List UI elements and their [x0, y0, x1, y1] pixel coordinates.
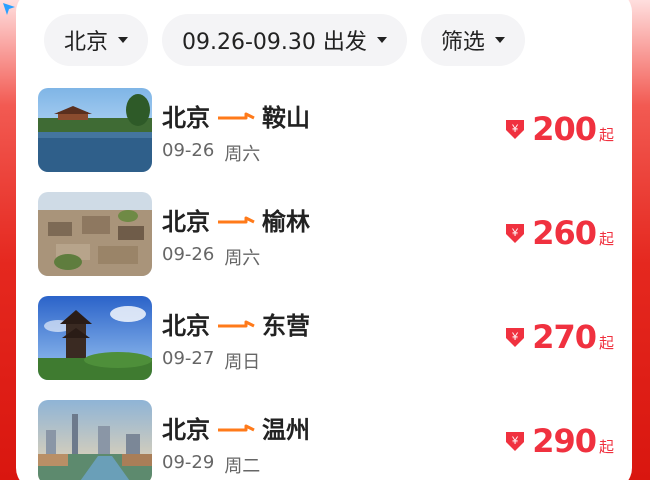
destination-photo-wenzhou — [38, 400, 152, 480]
route-title: 北京 东营 — [162, 306, 310, 341]
price-amount: 260 — [532, 214, 597, 252]
currency-symbol: ¥ — [511, 123, 519, 135]
caret-down-icon — [494, 37, 505, 43]
route-origin: 北京 — [162, 208, 210, 236]
route-arrow-icon — [218, 216, 255, 223]
more-filter-chip[interactable]: 筛选 — [420, 14, 525, 66]
price-tag-icon: ¥ — [506, 120, 525, 139]
route-title: 北京 鞍山 — [162, 98, 310, 133]
route-origin: 北京 — [162, 312, 210, 340]
destination-photo-dongying — [38, 296, 152, 380]
currency-symbol: ¥ — [511, 227, 519, 239]
departure-date: 09-26 周六 — [162, 140, 260, 166]
route-row-anshan[interactable]: 北京 鞍山 09-26 周六 ¥ 200 起 — [38, 88, 622, 192]
price-block: ¥ 290 起 — [504, 422, 614, 460]
filter-bar: 北京 09.26-09.30 出发 筛选 — [44, 14, 525, 66]
route-arrow-icon — [218, 424, 255, 431]
date-value: 09-26 — [162, 140, 215, 161]
price-suffix: 起 — [598, 437, 614, 456]
price-amount: 270 — [532, 318, 597, 356]
route-row-dongying[interactable]: 北京 东营 09-27 周日 ¥ 270 起 — [38, 296, 622, 400]
route-row-yulin[interactable]: 北京 榆林 09-26 周六 ¥ 260 起 — [38, 192, 622, 296]
caret-down-icon — [376, 37, 387, 43]
weekday-value: 周二 — [224, 456, 261, 477]
route-list: 北京 鞍山 09-26 周六 ¥ 200 起 北京 榆林 09-26 周六 ¥ … — [38, 88, 622, 480]
date-value: 09-26 — [162, 244, 215, 265]
departure-date: 09-27 周日 — [162, 348, 260, 374]
route-destination: 东营 — [262, 312, 310, 340]
price-suffix: 起 — [598, 333, 614, 352]
route-destination: 温州 — [262, 416, 310, 444]
weekday-value: 周六 — [224, 248, 261, 269]
price-block: ¥ 200 起 — [504, 110, 614, 148]
weekday-value: 周六 — [224, 144, 261, 165]
more-filter-label: 筛选 — [440, 30, 485, 55]
destination-photo-anshan — [38, 88, 152, 172]
price-block: ¥ 260 起 — [504, 214, 614, 252]
date-filter-chip[interactable]: 09.26-09.30 出发 — [162, 14, 407, 66]
route-arrow-icon — [218, 112, 255, 119]
currency-symbol: ¥ — [511, 331, 519, 343]
route-title: 北京 榆林 — [162, 202, 310, 237]
route-row-wenzhou[interactable]: 北京 温州 09-29 周二 ¥ 290 起 — [38, 400, 622, 480]
price-amount: 200 — [532, 110, 597, 148]
navigation-arrow-icon — [3, 3, 15, 15]
city-filter-chip[interactable]: 北京 — [44, 14, 149, 66]
route-arrow-icon — [218, 320, 255, 327]
route-origin: 北京 — [162, 104, 210, 132]
departure-date: 09-29 周二 — [162, 452, 260, 478]
price-block: ¥ 270 起 — [504, 318, 614, 356]
price-amount: 290 — [532, 422, 597, 460]
destination-photo-yulin — [38, 192, 152, 276]
price-tag-icon: ¥ — [506, 328, 525, 347]
price-tag-icon: ¥ — [506, 224, 525, 243]
date-filter-label: 09.26-09.30 出发 — [182, 30, 367, 55]
price-suffix: 起 — [598, 125, 614, 144]
route-origin: 北京 — [162, 416, 210, 444]
price-tag-icon: ¥ — [506, 432, 525, 451]
date-value: 09-27 — [162, 348, 215, 369]
currency-symbol: ¥ — [511, 435, 519, 447]
date-value: 09-29 — [162, 452, 215, 473]
price-suffix: 起 — [598, 229, 614, 248]
departure-date: 09-26 周六 — [162, 244, 260, 270]
route-destination: 鞍山 — [262, 104, 310, 132]
weekday-value: 周日 — [224, 352, 261, 373]
route-destination: 榆林 — [262, 208, 310, 236]
caret-down-icon — [118, 37, 129, 43]
city-filter-label: 北京 — [64, 30, 109, 55]
route-title: 北京 温州 — [162, 410, 310, 445]
